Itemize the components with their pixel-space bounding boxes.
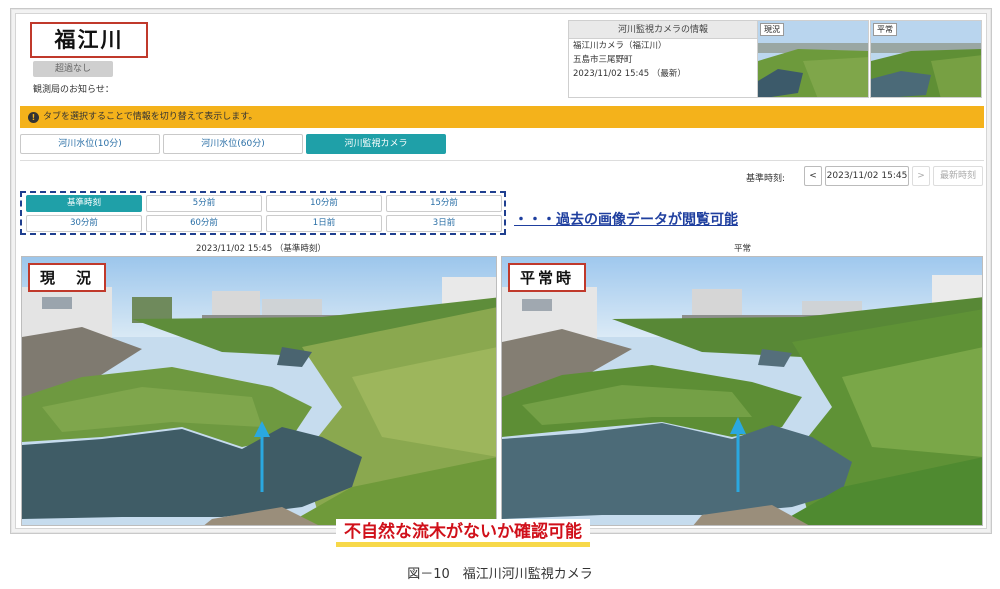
screenshot-frame: 福江川 超過なし 観測局のお知らせ： 河川監視カメラの情報 福江川カメラ（福江川…	[10, 8, 992, 547]
time-btn-base[interactable]: 基準時刻	[26, 195, 142, 212]
normal-camera-image: 平常時	[501, 256, 983, 526]
camera-info-box: 河川監視カメラの情報 福江川カメラ（福江川） 五島市三尾野町 2023/11/0…	[568, 20, 758, 98]
past-images-annotation: ・・・過去の画像データが閲覧可能	[514, 212, 738, 228]
time-btn-3day[interactable]: 3日前	[386, 215, 502, 232]
info-bar: ! タブを選択することで情報を切り替えて表示します。	[20, 106, 984, 128]
level-status-badge: 超過なし	[33, 61, 113, 77]
station-notice-label: 観測局のお知らせ：	[33, 85, 114, 95]
river-name-title: 福江川	[30, 22, 148, 58]
thumbnail-current-label: 現況	[760, 23, 784, 36]
driftwood-check-annotation: 不自然な流木がないか確認可能	[336, 519, 590, 547]
current-scene-graphic	[22, 257, 496, 525]
info-bar-text: タブを選択することで情報を切り替えて表示します。	[43, 112, 258, 122]
time-btn-30min[interactable]: 30分前	[26, 215, 142, 232]
time-btn-60min[interactable]: 60分前	[146, 215, 262, 232]
time-btn-10min[interactable]: 10分前	[266, 195, 382, 212]
camera-page-panel: 福江川 超過なし 観測局のお知らせ： 河川監視カメラの情報 福江川カメラ（福江川…	[15, 13, 987, 547]
time-btn-15min[interactable]: 15分前	[386, 195, 502, 212]
base-time-label: 基準時刻:	[746, 174, 786, 184]
figure-caption: 図－10 福江川河川監視カメラ	[407, 567, 593, 582]
camera-location: 五島市三尾野町	[573, 55, 633, 65]
tab-water-level-10min[interactable]: 河川水位(10分)	[20, 134, 160, 154]
normal-image-label: 平常時	[508, 263, 587, 292]
next-time-button[interactable]: >	[912, 166, 930, 186]
camera-name: 福江川カメラ（福江川）	[573, 41, 667, 51]
thumbnail-current[interactable]: 現況	[757, 20, 869, 98]
camera-info-title: 河川監視カメラの情報	[569, 21, 757, 39]
thumbnail-normal-label: 平常	[873, 23, 897, 36]
tab-divider	[20, 160, 984, 161]
tab-river-camera[interactable]: 河川監視カメラ	[306, 134, 446, 154]
time-btn-1day[interactable]: 1日前	[266, 215, 382, 232]
base-time-value[interactable]: 2023/11/02 15:45	[825, 166, 909, 186]
info-icon: !	[28, 112, 39, 123]
normal-image-caption: 平常	[734, 244, 752, 254]
prev-time-button[interactable]: <	[804, 166, 822, 186]
current-camera-image: 現 況	[21, 256, 497, 526]
current-image-label: 現 況	[28, 263, 107, 292]
latest-time-button[interactable]: 最新時刻	[933, 166, 983, 186]
tab-water-level-60min[interactable]: 河川水位(60分)	[163, 134, 303, 154]
camera-datetime: 2023/11/02 15:45 （最新）	[573, 69, 686, 79]
time-selector-group: 基準時刻 5分前 10分前 15分前 30分前 60分前 1日前 3日前	[20, 191, 506, 235]
time-btn-5min[interactable]: 5分前	[146, 195, 262, 212]
normal-scene-graphic	[502, 257, 982, 525]
current-image-caption: 2023/11/02 15:45 （基準時刻）	[196, 244, 326, 254]
thumbnail-normal[interactable]: 平常	[870, 20, 982, 98]
